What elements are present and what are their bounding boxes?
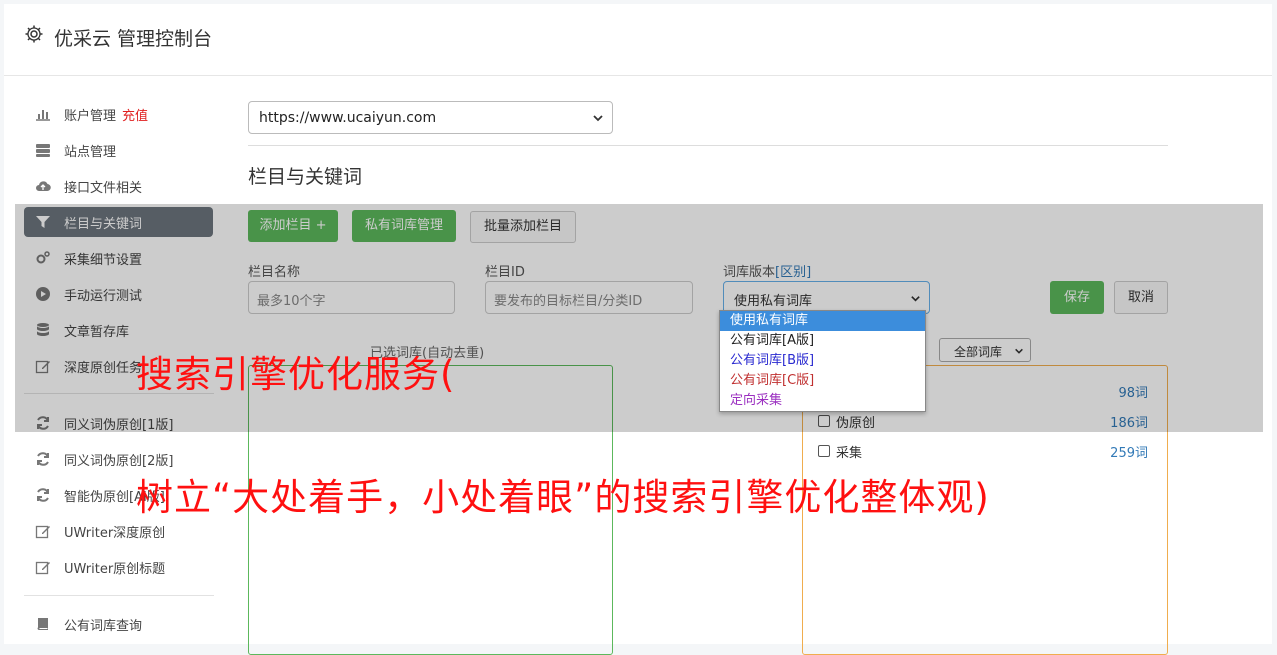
category-name: 采集 <box>836 446 863 461</box>
sidebar-item-public-lib[interactable]: 公有词库查询 <box>24 609 213 639</box>
app-title: 优采云 管理控制台 <box>54 28 213 50</box>
divider <box>248 145 1168 146</box>
sidebar-item-label: 站点管理 <box>64 145 117 160</box>
dropdown-option[interactable]: 定向采集 <box>720 391 925 411</box>
sidebar-item-label: 接口文件相关 <box>64 181 143 196</box>
watermark-line-2: 树立“大处着手，小处着眼”的搜索引擎优化整体观) <box>136 476 990 519</box>
refresh-icon <box>37 452 49 466</box>
site-select[interactable]: https://www.ucaiyun.com <box>248 101 613 134</box>
lib-version-dropdown: 使用私有词库 公有词库[A版] 公有词库[B版] 公有词库[C版] 定向采集 <box>719 310 926 412</box>
cloud-upload-icon <box>36 181 51 192</box>
sidebar-item-account[interactable]: 账户管理 充值 <box>24 99 213 129</box>
dropdown-option[interactable]: 使用私有词库 <box>720 311 925 331</box>
gear-icon <box>25 25 43 43</box>
recharge-link[interactable]: 充值 <box>122 109 148 124</box>
sidebar-item-label: UWriter原创标题 <box>64 562 166 577</box>
chevron-down-icon <box>593 115 603 122</box>
book-icon <box>37 618 48 630</box>
sidebar-item-label: 公有词库查询 <box>64 619 143 634</box>
sidebar-item-uwriter-title[interactable]: UWriter原创标题 <box>24 552 213 582</box>
edit-icon <box>35 561 50 575</box>
sidebar-divider <box>24 595 214 596</box>
sidebar-item-label: 账户管理 <box>64 109 117 124</box>
checkbox[interactable] <box>818 445 830 457</box>
sidebar-item-label: UWriter深度原创 <box>64 526 166 541</box>
list-item[interactable]: 采集 259词 <box>818 441 1148 461</box>
dropdown-option[interactable]: 公有词库[B版] <box>720 351 925 371</box>
dropdown-option[interactable]: 公有词库[C版] <box>720 371 925 391</box>
sidebar-item-sites[interactable]: 站点管理 <box>24 135 213 165</box>
page-header: 优采云 管理控制台 <box>4 4 1272 76</box>
dropdown-option[interactable]: 公有词库[A版] <box>720 331 925 351</box>
edit-icon <box>35 525 50 539</box>
section-title: 栏目与关键词 <box>248 166 363 188</box>
bar-chart-icon <box>36 110 50 121</box>
word-count[interactable]: 259词 <box>1110 442 1148 461</box>
watermark-line-1: 搜索引擎优化服务( <box>136 353 456 396</box>
site-select-value: https://www.ucaiyun.com <box>259 110 437 126</box>
refresh-icon <box>37 488 49 502</box>
server-icon <box>36 144 50 157</box>
sidebar-item-interface[interactable]: 接口文件相关 <box>24 171 213 201</box>
